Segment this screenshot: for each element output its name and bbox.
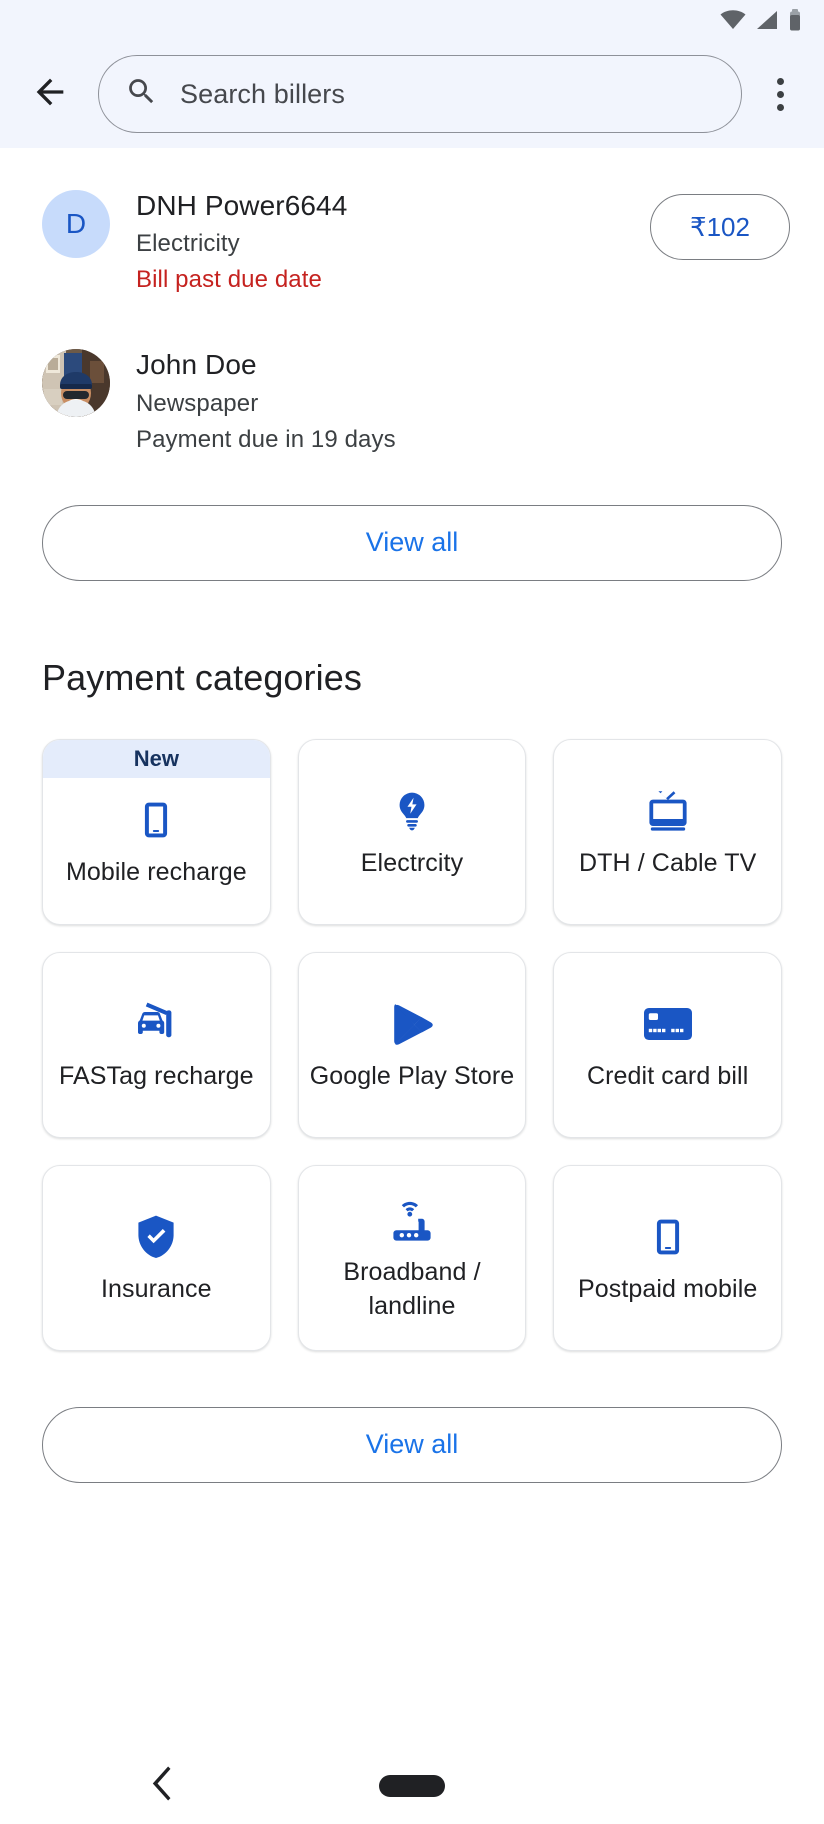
biller-list: D DNH Power6644 Electricity Bill past du… — [0, 148, 824, 471]
biller-status: Payment due in 19 days — [136, 425, 396, 453]
battery-icon — [788, 9, 802, 31]
smartphone-icon — [137, 792, 175, 848]
biller-category: Newspaper — [136, 389, 259, 417]
arrow-back-icon — [30, 72, 70, 117]
avatar-initial: D — [65, 208, 87, 239]
category-tile-electricity[interactable]: Electrcity — [297, 738, 527, 925]
shield-check-icon — [136, 1209, 176, 1265]
biller-category: Electricity — [136, 230, 240, 258]
category-tile-label: FASTag recharge — [58, 1062, 254, 1091]
category-tile-dth-cable-tv[interactable]: DTH / Cable TV — [553, 738, 782, 925]
overflow-menu-button[interactable] — [756, 66, 804, 122]
category-tile-fastag-recharge[interactable]: FASTag recharge — [42, 951, 271, 1138]
nav-home-pill-icon[interactable] — [379, 1775, 445, 1797]
category-tile-postpaid-mobile[interactable]: Postpaid mobile — [553, 1164, 782, 1351]
billers-view-all-button[interactable]: View all — [42, 504, 782, 581]
biller-status: Bill past due date — [136, 266, 322, 294]
tv-icon — [644, 783, 692, 839]
avatar-photo-image — [42, 349, 110, 418]
category-tile-insurance[interactable]: Insurance — [42, 1164, 271, 1351]
category-tile-label: Insurance — [100, 1275, 212, 1304]
search-placeholder-text: Search billers — [180, 78, 345, 109]
lightbulb-bolt-icon — [391, 783, 433, 839]
smartphone-icon — [649, 1209, 687, 1265]
category-tile-broadband-landline[interactable]: Broadband / landline — [297, 1164, 527, 1351]
status-bar — [0, 0, 824, 40]
biller-name: John Doe — [136, 349, 257, 381]
categories-view-all-button[interactable]: View all — [42, 1406, 782, 1483]
pay-amount-button[interactable]: ₹102 — [650, 194, 790, 260]
wifi-icon — [720, 10, 746, 30]
category-tile-label: Electrcity — [360, 849, 464, 878]
credit-card-icon — [642, 996, 694, 1052]
category-tile-label: Google Play Store — [309, 1062, 515, 1091]
cellular-signal-icon — [755, 10, 779, 30]
avatar — [42, 349, 110, 418]
category-tile-label: Credit card bill — [586, 1062, 749, 1091]
category-tile-credit-card-bill[interactable]: Credit card bill — [553, 951, 782, 1138]
biller-row[interactable]: John Doe Newspaper Payment due in 19 day… — [0, 311, 824, 470]
search-input[interactable]: Search billers — [98, 55, 742, 133]
category-tile-label: Broadband / landline — [343, 1258, 481, 1320]
category-tile-label: Postpaid mobile — [577, 1275, 758, 1304]
biller-row[interactable]: D DNH Power6644 Electricity Bill past du… — [0, 174, 824, 311]
google-play-icon — [388, 996, 436, 1052]
main-content: D DNH Power6644 Electricity Bill past du… — [0, 148, 824, 1483]
category-tile-mobile-recharge[interactable]: New Mobile recharge — [42, 738, 271, 925]
back-button[interactable] — [22, 66, 78, 122]
biller-name: DNH Power6644 — [136, 190, 348, 221]
biller-info: John Doe Newspaper Payment due in 19 day… — [136, 347, 790, 456]
nav-back-chevron-icon[interactable] — [152, 1766, 174, 1806]
biller-info: DNH Power6644 Electricity Bill past due … — [136, 188, 624, 297]
avatar: D — [42, 190, 110, 258]
category-tile-label: Mobile recharge — [65, 857, 247, 886]
page-title: Payment categories — [42, 656, 362, 698]
menu-dot — [776, 77, 784, 85]
router-wifi-icon — [387, 1192, 437, 1248]
more-vert-icon — [776, 75, 784, 114]
toll-car-icon — [131, 996, 181, 1052]
system-navigation-bar — [0, 1748, 824, 1824]
category-tile-label: DTH / Cable TV — [578, 849, 757, 878]
menu-dot — [776, 90, 784, 98]
app-header: Search billers — [0, 40, 824, 148]
menu-dot — [776, 103, 784, 111]
search-icon — [125, 75, 158, 113]
payment-categories-grid: New Mobile recharge Electrcity DTH / Cab… — [0, 699, 824, 1351]
new-badge: New — [43, 739, 270, 778]
category-tile-google-play-store[interactable]: Google Play Store — [297, 951, 527, 1138]
